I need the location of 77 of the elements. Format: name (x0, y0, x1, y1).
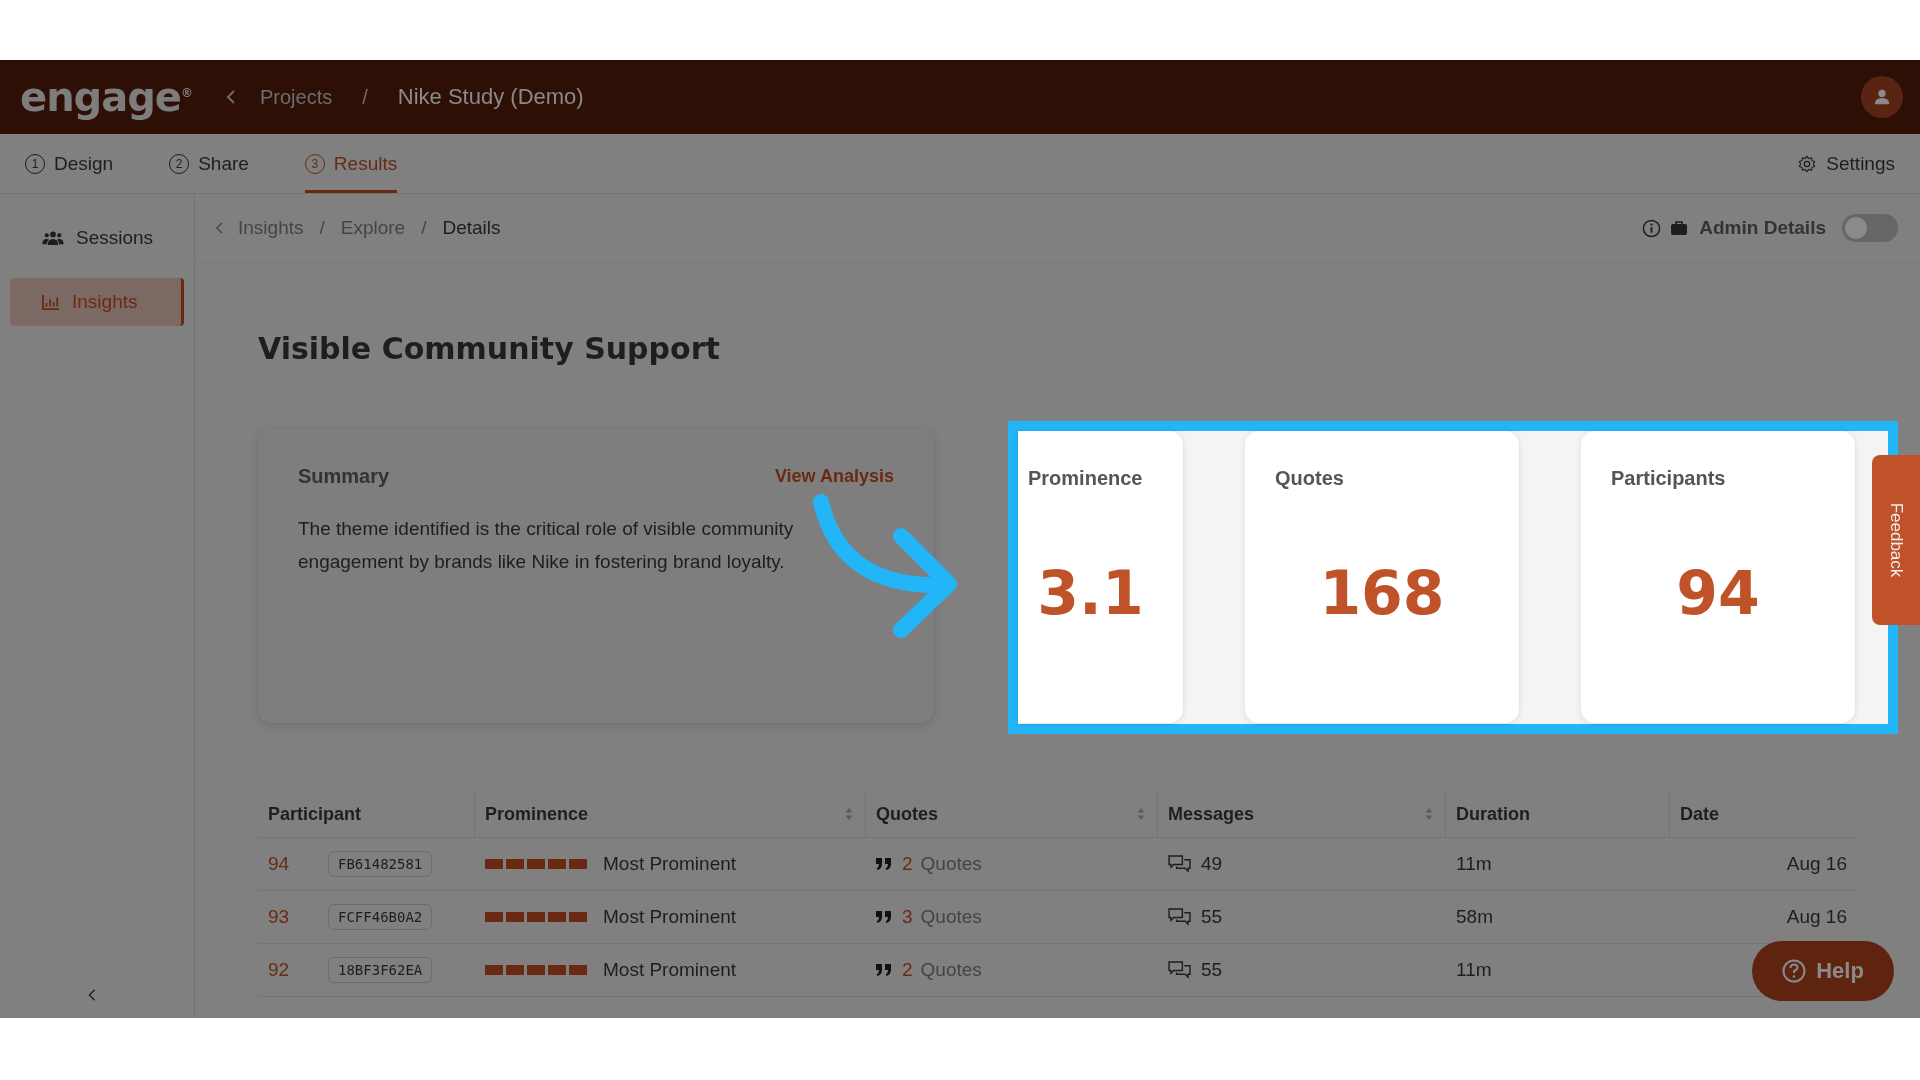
admin-details-toggle[interactable] (1842, 214, 1898, 242)
breadcrumb-current: Details (442, 217, 501, 239)
table-cell: 11m (1456, 959, 1492, 981)
table-cell: Quotes (920, 853, 982, 875)
stat-value: 3.1 (1037, 558, 1144, 628)
table-cell: 11m (1456, 853, 1492, 875)
briefcase-icon (1671, 221, 1688, 235)
participant-link[interactable]: 92 (268, 959, 318, 981)
sort-icon[interactable] (1425, 807, 1433, 821)
column-header: Date (1679, 802, 1720, 826)
table-cell: Quotes (920, 959, 982, 981)
chat-bubbles-icon (1168, 907, 1191, 927)
stat-label: Participants (1611, 467, 1726, 490)
logo[interactable]: engage$^{®}$ (20, 74, 192, 120)
table-cell: Most Prominent (603, 906, 737, 928)
chart-icon (42, 294, 60, 310)
page-title: Visible Community Support (258, 330, 721, 368)
table-cell: 49 (1201, 853, 1223, 875)
table-cell: Aug 16 (1786, 853, 1847, 875)
people-icon (42, 230, 64, 246)
back-icon[interactable] (215, 221, 224, 235)
breadcrumb-separator: / (362, 85, 368, 109)
chat-bubbles-icon (1168, 854, 1191, 874)
column-header: Participant (258, 791, 475, 837)
feedback-tab[interactable]: Feedback (1872, 455, 1920, 625)
table-cell: 55 (1201, 959, 1223, 981)
sort-icon[interactable] (845, 807, 853, 821)
project-title: Nike Study (Demo) (397, 84, 584, 110)
table-cell: Most Prominent (603, 853, 737, 875)
column-header[interactable]: Messages (1158, 791, 1446, 837)
participant-link[interactable]: 94 (268, 853, 318, 875)
back-icon[interactable] (226, 89, 236, 105)
participant-link[interactable]: 93 (268, 906, 318, 928)
quote-icon (876, 911, 892, 923)
admin-details-label: Admin Details (1699, 217, 1826, 239)
gear-icon (1798, 154, 1817, 173)
table-cell: Quotes (920, 906, 982, 928)
breadcrumb-separator: / (319, 217, 325, 239)
help-button[interactable]: Help (1752, 941, 1894, 1001)
quote-icon (876, 858, 892, 870)
participant-id-tag: FCFF46B0A2 (328, 904, 433, 930)
quote-count[interactable]: 2 (902, 853, 913, 875)
participant-id-tag: FB61482581 (328, 851, 433, 877)
table-cell: Aug 16 (1786, 906, 1847, 928)
summary-text: The theme identified is the critical role of visible community engagement by brands like Nike in fostering brand loyalty. (298, 517, 795, 574)
breadcrumb-separator: / (421, 217, 427, 239)
avatar-icon[interactable] (1861, 76, 1903, 118)
chat-bubbles-icon (1168, 960, 1191, 980)
help-icon (1782, 959, 1807, 983)
stat-label: Quotes (1275, 467, 1344, 490)
stat-label: Prominence (1028, 467, 1143, 490)
column-header: Duration (1446, 791, 1670, 837)
column-header[interactable]: Quotes (866, 791, 1158, 837)
step-tab[interactable]: 2 Share (169, 134, 249, 193)
step-tab[interactable]: 1 Design (25, 134, 114, 193)
table-cell: Most Prominent (603, 959, 737, 981)
collapse-icon[interactable] (87, 988, 97, 1002)
step-tab[interactable]: 3 Results (304, 134, 398, 193)
table-cell: 58m (1456, 906, 1493, 928)
quote-count[interactable]: 3 (902, 906, 913, 928)
sidebar-item[interactable]: Insights (10, 278, 184, 326)
view-analysis-link[interactable]: View Analysis (774, 466, 894, 487)
breadcrumb-link[interactable]: Projects (260, 85, 333, 109)
column-header[interactable]: Prominence (475, 791, 866, 837)
quote-icon (876, 964, 892, 976)
breadcrumb-link[interactable]: Insights (238, 217, 304, 239)
breadcrumb-link[interactable]: Explore (340, 217, 406, 239)
info-icon[interactable] (1642, 218, 1662, 238)
summary-heading: Summary (298, 465, 390, 488)
stat-value: 168 (1319, 558, 1445, 628)
settings-button[interactable]: Settings (1798, 134, 1895, 193)
sort-icon[interactable] (1137, 807, 1145, 821)
stat-value: 94 (1676, 558, 1760, 628)
table-cell: 55 (1201, 906, 1223, 928)
participant-id-tag: 18BF3F62EA (328, 957, 433, 983)
sidebar-item[interactable]: Sessions (10, 214, 184, 262)
quote-count[interactable]: 2 (902, 959, 913, 981)
